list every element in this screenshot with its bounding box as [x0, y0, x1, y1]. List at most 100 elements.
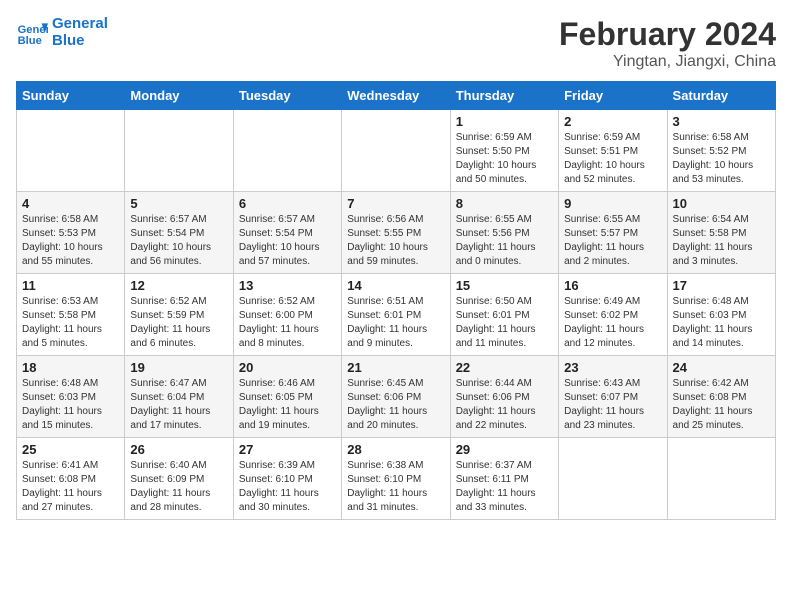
calendar-cell: 12 Sunrise: 6:52 AM Sunset: 5:59 PM Dayli…	[125, 274, 233, 356]
calendar-week-row: 18 Sunrise: 6:48 AM Sunset: 6:03 PM Dayli…	[17, 356, 776, 438]
calendar-cell: 21 Sunrise: 6:45 AM Sunset: 6:06 PM Dayli…	[342, 356, 450, 438]
day-info: Sunrise: 6:44 AM Sunset: 6:06 PM Dayligh…	[456, 377, 553, 433]
calendar-cell: 13 Sunrise: 6:52 AM Sunset: 6:00 PM Dayli…	[233, 274, 341, 356]
day-info: Sunrise: 6:54 AM Sunset: 5:58 PM Dayligh…	[673, 213, 770, 269]
day-info: Sunrise: 6:38 AM Sunset: 6:10 PM Dayligh…	[347, 459, 444, 515]
svg-text:Blue: Blue	[18, 35, 42, 47]
day-number: 13	[239, 278, 336, 293]
calendar-week-row: 1 Sunrise: 6:59 AM Sunset: 5:50 PM Daylig…	[17, 110, 776, 192]
day-number: 21	[347, 360, 444, 375]
calendar-week-row: 11Sunrise: 6:53 AM Sunset: 5:58 PM Dayli…	[17, 274, 776, 356]
day-number: 29	[456, 442, 553, 457]
day-number: 7	[347, 196, 444, 211]
calendar-week-row: 4Sunrise: 6:58 AM Sunset: 5:53 PM Daylig…	[17, 192, 776, 274]
day-number: 1	[456, 114, 553, 129]
title-block: February 2024 Yingtan, Jiangxi, China	[559, 16, 776, 71]
day-info: Sunrise: 6:56 AM Sunset: 5:55 PM Dayligh…	[347, 213, 444, 269]
day-number: 10	[673, 196, 770, 211]
calendar-week-row: 25 Sunrise: 6:41 AM Sunset: 6:08 PM Dayli…	[17, 438, 776, 520]
calendar-cell: 6Sunrise: 6:57 AM Sunset: 5:54 PM Daylig…	[233, 192, 341, 274]
day-number: 26	[130, 442, 227, 457]
day-number: 28	[347, 442, 444, 457]
day-number: 17	[673, 278, 770, 293]
logo-icon: General Blue	[16, 17, 48, 49]
day-info: Sunrise: 6:52 AM Sunset: 6:00 PM Dayligh…	[239, 295, 336, 351]
day-number: 20	[239, 360, 336, 375]
day-info: Sunrise: 6:55 AM Sunset: 5:56 PM Dayligh…	[456, 213, 553, 269]
weekday-header-row: SundayMondayTuesdayWednesdayThursdayFrid…	[17, 82, 776, 110]
day-info: Sunrise: 6:37 AM Sunset: 6:11 PM Dayligh…	[456, 459, 553, 515]
day-info: Sunrise: 6:59 AM Sunset: 5:51 PM Dayligh…	[564, 131, 661, 187]
calendar-cell: 15 Sunrise: 6:50 AM Sunset: 6:01 PM Dayli…	[450, 274, 558, 356]
day-number: 9	[564, 196, 661, 211]
weekday-header-sunday: Sunday	[17, 82, 125, 110]
calendar-cell: 28 Sunrise: 6:38 AM Sunset: 6:10 PM Dayli…	[342, 438, 450, 520]
day-info: Sunrise: 6:47 AM Sunset: 6:04 PM Dayligh…	[130, 377, 227, 433]
calendar-cell: 7 Sunrise: 6:56 AM Sunset: 5:55 PM Daylig…	[342, 192, 450, 274]
day-info: Sunrise: 6:48 AM Sunset: 6:03 PM Dayligh…	[22, 377, 119, 433]
day-number: 25	[22, 442, 119, 457]
logo-line2: Blue	[52, 33, 108, 50]
calendar-cell: 26 Sunrise: 6:40 AM Sunset: 6:09 PM Dayli…	[125, 438, 233, 520]
day-info: Sunrise: 6:40 AM Sunset: 6:09 PM Dayligh…	[130, 459, 227, 515]
calendar-cell	[559, 438, 667, 520]
weekday-header-friday: Friday	[559, 82, 667, 110]
day-number: 5	[130, 196, 227, 211]
calendar-cell: 24Sunrise: 6:42 AM Sunset: 6:08 PM Dayli…	[667, 356, 775, 438]
calendar-cell: 25 Sunrise: 6:41 AM Sunset: 6:08 PM Dayli…	[17, 438, 125, 520]
day-info: Sunrise: 6:46 AM Sunset: 6:05 PM Dayligh…	[239, 377, 336, 433]
weekday-header-thursday: Thursday	[450, 82, 558, 110]
weekday-header-tuesday: Tuesday	[233, 82, 341, 110]
calendar-cell	[233, 110, 341, 192]
day-number: 15	[456, 278, 553, 293]
day-number: 14	[347, 278, 444, 293]
calendar-cell: 19 Sunrise: 6:47 AM Sunset: 6:04 PM Dayli…	[125, 356, 233, 438]
calendar-cell	[17, 110, 125, 192]
logo: General Blue General Blue	[16, 16, 108, 49]
calendar-cell: 17 Sunrise: 6:48 AM Sunset: 6:03 PM Dayli…	[667, 274, 775, 356]
day-info: Sunrise: 6:50 AM Sunset: 6:01 PM Dayligh…	[456, 295, 553, 351]
day-info: Sunrise: 6:51 AM Sunset: 6:01 PM Dayligh…	[347, 295, 444, 351]
calendar-cell: 20 Sunrise: 6:46 AM Sunset: 6:05 PM Dayli…	[233, 356, 341, 438]
logo-line1: General	[52, 16, 108, 33]
calendar-cell: 14 Sunrise: 6:51 AM Sunset: 6:01 PM Dayli…	[342, 274, 450, 356]
day-info: Sunrise: 6:57 AM Sunset: 5:54 PM Dayligh…	[130, 213, 227, 269]
day-info: Sunrise: 6:48 AM Sunset: 6:03 PM Dayligh…	[673, 295, 770, 351]
calendar-cell: 3 Sunrise: 6:58 AM Sunset: 5:52 PM Daylig…	[667, 110, 775, 192]
day-number: 4	[22, 196, 119, 211]
day-number: 12	[130, 278, 227, 293]
day-info: Sunrise: 6:59 AM Sunset: 5:50 PM Dayligh…	[456, 131, 553, 187]
day-info: Sunrise: 6:45 AM Sunset: 6:06 PM Dayligh…	[347, 377, 444, 433]
day-number: 16	[564, 278, 661, 293]
calendar-cell	[342, 110, 450, 192]
calendar-cell: 2 Sunrise: 6:59 AM Sunset: 5:51 PM Daylig…	[559, 110, 667, 192]
day-info: Sunrise: 6:43 AM Sunset: 6:07 PM Dayligh…	[564, 377, 661, 433]
calendar-cell: 22 Sunrise: 6:44 AM Sunset: 6:06 PM Dayli…	[450, 356, 558, 438]
weekday-header-monday: Monday	[125, 82, 233, 110]
day-info: Sunrise: 6:53 AM Sunset: 5:58 PM Dayligh…	[22, 295, 119, 351]
day-info: Sunrise: 6:58 AM Sunset: 5:52 PM Dayligh…	[673, 131, 770, 187]
day-number: 23	[564, 360, 661, 375]
calendar-cell: 5 Sunrise: 6:57 AM Sunset: 5:54 PM Daylig…	[125, 192, 233, 274]
calendar-cell: 10 Sunrise: 6:54 AM Sunset: 5:58 PM Dayli…	[667, 192, 775, 274]
calendar-cell	[125, 110, 233, 192]
day-number: 22	[456, 360, 553, 375]
calendar-cell	[667, 438, 775, 520]
page-header: General Blue General Blue February 2024 …	[16, 16, 776, 71]
day-info: Sunrise: 6:42 AM Sunset: 6:08 PM Dayligh…	[673, 377, 770, 433]
day-info: Sunrise: 6:55 AM Sunset: 5:57 PM Dayligh…	[564, 213, 661, 269]
calendar-cell: 1 Sunrise: 6:59 AM Sunset: 5:50 PM Daylig…	[450, 110, 558, 192]
day-number: 2	[564, 114, 661, 129]
day-info: Sunrise: 6:41 AM Sunset: 6:08 PM Dayligh…	[22, 459, 119, 515]
day-number: 3	[673, 114, 770, 129]
calendar-table: SundayMondayTuesdayWednesdayThursdayFrid…	[16, 81, 776, 520]
day-number: 6	[239, 196, 336, 211]
calendar-title: February 2024	[559, 16, 776, 53]
calendar-cell: 9 Sunrise: 6:55 AM Sunset: 5:57 PM Daylig…	[559, 192, 667, 274]
day-number: 18	[22, 360, 119, 375]
day-number: 19	[130, 360, 227, 375]
calendar-subtitle: Yingtan, Jiangxi, China	[559, 53, 776, 71]
calendar-cell: 4Sunrise: 6:58 AM Sunset: 5:53 PM Daylig…	[17, 192, 125, 274]
day-info: Sunrise: 6:52 AM Sunset: 5:59 PM Dayligh…	[130, 295, 227, 351]
calendar-cell: 27Sunrise: 6:39 AM Sunset: 6:10 PM Dayli…	[233, 438, 341, 520]
